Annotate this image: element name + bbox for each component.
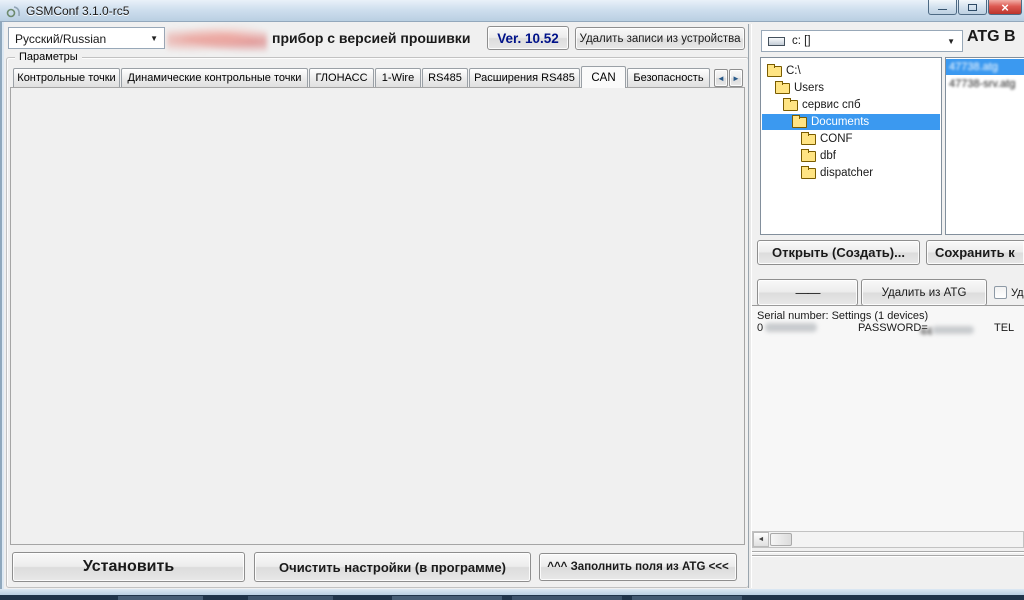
tab-security[interactable]: Безопасность <box>627 68 710 87</box>
arrow-left-icon: ◄ <box>717 74 725 83</box>
folder-tree[interactable]: C:\ Users сервис спб Documents CONF dbf … <box>760 57 942 235</box>
save-as-button[interactable]: Сохранить к <box>926 240 1024 265</box>
serial-value: 0 <box>757 322 763 334</box>
app-icon <box>6 4 21 19</box>
language-select[interactable]: Русский/Russian ▼ <box>8 27 165 49</box>
file-name: 47738-srv.atg <box>949 78 1015 90</box>
tab-1wire[interactable]: 1-Wire <box>375 68 421 87</box>
serial-header: Serial number: Settings (1 devices) <box>757 310 928 322</box>
tree-item-root[interactable]: C:\ <box>767 63 801 79</box>
drive-icon <box>768 37 785 46</box>
tab-rs485-ext[interactable]: Расширения RS485 <box>469 68 580 87</box>
divider <box>752 556 1024 557</box>
taskbar-button[interactable] <box>392 596 502 600</box>
folder-icon <box>801 151 816 162</box>
tree-item-documents-selected[interactable]: Documents <box>762 114 940 130</box>
tree-item-service-spb[interactable]: сервис спб <box>783 97 861 113</box>
folder-icon <box>767 66 782 77</box>
tab-rs485[interactable]: RS485 <box>422 68 468 87</box>
open-create-button[interactable]: Открыть (Создать)... <box>757 240 920 265</box>
tree-item-label: сервис спб <box>802 99 861 111</box>
close-icon: × <box>1001 0 1009 15</box>
divider <box>752 552 1024 553</box>
title-bar[interactable]: GSMConf 3.1.0-rc5 — × <box>0 0 1024 22</box>
file-item-selected[interactable]: 47738.atg <box>946 59 1024 75</box>
folder-icon <box>783 100 798 111</box>
serial-info-list[interactable]: Serial number: Settings (1 devices) 0 PA… <box>752 305 1024 531</box>
language-value: Русский/Russian <box>15 32 106 46</box>
delete-checkbox-label: Уд <box>1011 287 1024 299</box>
tree-item-dbf[interactable]: dbf <box>801 148 836 164</box>
close-button[interactable]: × <box>988 0 1022 15</box>
taskbar-button[interactable] <box>632 596 742 600</box>
tree-item-conf[interactable]: CONF <box>801 131 853 147</box>
chevron-down-icon: ▼ <box>150 34 158 43</box>
minimize-icon: — <box>938 4 947 14</box>
tab-can[interactable]: CAN <box>581 66 626 88</box>
taskbar-button[interactable] <box>118 596 203 600</box>
tree-item-label: Users <box>794 82 824 94</box>
delete-records-button[interactable]: Удалить записи из устройства <box>575 27 745 50</box>
chevron-down-icon: ▼ <box>947 37 955 46</box>
scroll-left-icon[interactable]: ◄ <box>753 532 769 547</box>
maximize-icon <box>968 4 977 11</box>
params-groupbox-label: Параметры <box>15 50 82 65</box>
tree-item-label: dbf <box>820 150 836 162</box>
tel-label: TEL <box>994 322 1014 334</box>
file-name: 47738.atg <box>949 61 998 73</box>
tree-item-label: dispatcher <box>820 167 873 179</box>
scrollbar-thumb[interactable] <box>770 533 792 546</box>
version-button[interactable]: Ver. 10.52 <box>487 26 569 50</box>
tab-control-points[interactable]: Контрольные точки <box>13 68 120 87</box>
password-value: 44 <box>920 326 932 338</box>
firmware-label: прибор с версией прошивки <box>272 30 470 46</box>
atg-label: ATG B <box>967 28 1016 46</box>
window-frame-left-inner <box>2 22 4 589</box>
app-window: GSMConf 3.1.0-rc5 — × Русский/Russian ▼ … <box>0 0 1024 600</box>
taskbar-button[interactable] <box>512 596 622 600</box>
minimize-button[interactable]: — <box>928 0 957 15</box>
password-label: PASSWORD= <box>858 322 928 334</box>
fill-from-atg-button[interactable]: ^^^ Заполнить поля из ATG <<< <box>539 553 737 581</box>
drive-select[interactable]: c: [] ▼ <box>761 30 963 52</box>
install-button[interactable]: Установить <box>12 552 245 582</box>
folder-icon <box>801 134 816 145</box>
delete-checkbox[interactable] <box>994 286 1007 299</box>
serial-redacted <box>765 323 817 332</box>
tree-item-dispatcher[interactable]: dispatcher <box>801 165 873 181</box>
tree-item-users[interactable]: Users <box>775 80 824 96</box>
folder-icon <box>775 83 790 94</box>
folder-open-icon <box>792 117 807 128</box>
delete-from-atg-button[interactable]: Удалить из ATG <box>861 279 987 306</box>
file-list[interactable]: 47738.atg 47738-srv.atg <box>945 57 1024 235</box>
tab-scroll-right-button[interactable]: ► <box>729 69 743 87</box>
clear-settings-button[interactable]: Очистить настройки (в программе) <box>254 552 531 582</box>
tab-scroll-left-button[interactable]: ◄ <box>714 69 728 87</box>
arrow-right-icon: ► <box>732 74 740 83</box>
taskbar[interactable] <box>0 595 1024 600</box>
tab-glonass[interactable]: ГЛОНАСС <box>309 68 374 87</box>
folder-icon <box>801 168 816 179</box>
tree-item-label: Documents <box>811 116 869 128</box>
maximize-button[interactable] <box>958 0 987 15</box>
tree-item-label: C:\ <box>786 65 801 77</box>
can-tab-page <box>10 87 745 545</box>
serial-list-hscrollbar[interactable]: ◄ <box>752 531 1024 548</box>
tree-item-label: CONF <box>820 133 853 145</box>
drive-value: c: [] <box>792 35 811 47</box>
logo-blurred-image <box>167 25 267 52</box>
taskbar-button[interactable] <box>248 596 333 600</box>
password-redacted <box>932 326 974 334</box>
dash-button[interactable]: —— <box>757 279 858 306</box>
tab-dynamic-control-points[interactable]: Динамические контрольные точки <box>121 68 308 87</box>
window-title: GSMConf 3.1.0-rc5 <box>26 4 129 18</box>
